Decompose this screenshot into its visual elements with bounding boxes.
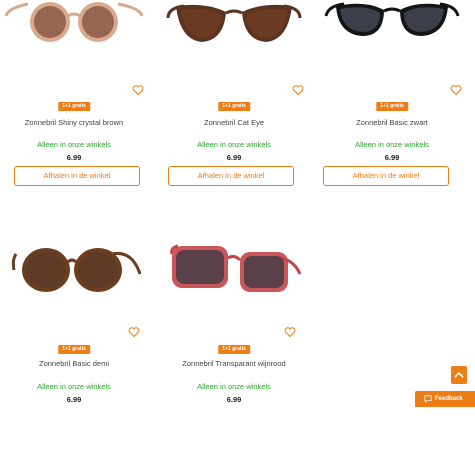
product-name[interactable]: Zonnebril Basic demi [0,359,148,368]
promo-badge: 1+1 gratis [376,102,408,111]
product-price: 6.99 [66,153,82,162]
product-card[interactable]: 1+1 gratis Zonnebril Basic zwart Alleen … [318,0,466,210]
pickup-in-store-button[interactable]: Afhalen in de winkel [323,166,449,186]
product-name[interactable]: Zonnebril Cat Eye [160,118,308,127]
product-name[interactable]: Zonnebril Shiny crystal brown [0,118,148,127]
product-card[interactable]: 1+1 gratis Zonnebril Transparant wijnroo… [160,240,308,450]
feedback-button[interactable]: Feedback [415,391,475,407]
lens-left [34,6,66,38]
temple-right [117,2,144,17]
product-card[interactable]: 1+1 gratis Zonnebril Cat Eye Alleen in o… [160,0,308,210]
pickup-in-store-button[interactable]: Afhalen in de winkel [14,166,140,186]
heart-icon[interactable] [128,326,140,338]
product-name[interactable]: Zonnebril Transparant wijnrood [160,359,308,368]
availability-text: Alleen in onze winkels [37,382,111,391]
sunglasses-image[interactable] [318,0,466,80]
product-price: 6.99 [384,153,400,162]
temple-left [11,253,18,271]
chat-bubble-icon [424,395,432,403]
promo-badge: 1+1 gratis [218,102,250,111]
heart-icon[interactable] [292,84,304,96]
heart-icon[interactable] [450,84,462,96]
lens-right [82,6,114,38]
availability-text: Alleen in onze winkels [197,140,271,149]
availability-text: Alleen in onze winkels [37,140,111,149]
bridge [383,7,401,13]
bridge [66,258,78,264]
product-card[interactable]: 1+1 gratis Zonnebril Basic demi Alleen i… [0,240,148,450]
scroll-to-top-button[interactable] [451,366,467,384]
product-price: 6.99 [226,153,242,162]
availability-text: Alleen in onze winkels [197,382,271,391]
product-price: 6.99 [66,395,82,404]
product-name[interactable]: Zonnebril Basic zwart [318,118,466,127]
lens-left [26,252,66,288]
promo-badge: 1+1 gratis [58,345,90,354]
sunglasses-image[interactable] [160,0,308,80]
promo-badge: 1+1 gratis [58,102,90,111]
chevron-up-icon [454,371,464,378]
lens-left [176,250,224,284]
pickup-in-store-button[interactable]: Afhalen in de winkel [168,166,294,186]
sunglasses-image[interactable] [0,0,148,80]
sunglasses-image[interactable] [160,240,308,320]
feedback-label: Feedback [435,396,463,402]
temple-left [4,2,29,17]
bridge [67,12,81,18]
heart-icon[interactable] [132,84,144,96]
product-card[interactable]: 1+1 gratis Zonnebril Shiny crystal brown… [0,0,148,210]
lens-right [78,252,118,288]
bridge [225,9,243,15]
lens-right [244,256,284,288]
product-price: 6.99 [226,395,242,404]
bridge [227,254,242,262]
promo-badge: 1+1 gratis [218,345,250,354]
heart-icon[interactable] [284,326,296,338]
availability-text: Alleen in onze winkels [355,140,429,149]
sunglasses-image[interactable] [0,240,148,320]
